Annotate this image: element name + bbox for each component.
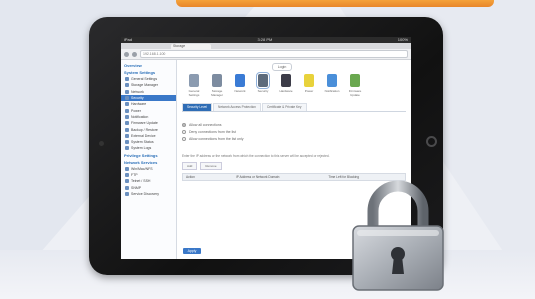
sidebar-item-icon [125, 102, 129, 107]
sidebar-item-label: External Device [131, 133, 156, 138]
table-column-header[interactable]: Action [183, 174, 233, 180]
app-icon-label: Storage Manager [211, 89, 223, 97]
security-subtab[interactable]: Network Access Protection [213, 103, 261, 111]
settings-app-icon[interactable]: Storage Manager [208, 74, 226, 97]
app-icon-label: Power [304, 89, 314, 93]
sidebar-group-header[interactable]: Privilege Settings [121, 152, 176, 159]
sidebar-item-icon [125, 108, 129, 113]
sidebar-item-label: Storage Manager [131, 83, 159, 88]
sidebar-group-header[interactable]: System Settings [121, 69, 176, 76]
sidebar-item-icon [125, 173, 129, 177]
table-tool-button[interactable]: Add [182, 162, 198, 170]
radio-icon[interactable] [182, 136, 186, 141]
app-icon-label: Security [257, 89, 269, 93]
address-bar: 192.168.1.100 [121, 49, 411, 60]
status-time: 3:28 PM [257, 37, 273, 42]
app-icon-label: Firmware Update [348, 89, 362, 97]
app-icon-label: Hardware [279, 89, 293, 93]
radio-label: Allow all connections [189, 122, 222, 127]
radio-icon[interactable] [182, 122, 186, 127]
camera-icon [99, 141, 104, 146]
back-icon[interactable] [124, 51, 129, 57]
sidebar-item-icon [125, 77, 129, 82]
login-pill[interactable]: Login [272, 63, 292, 71]
sidebar-item-icon [125, 96, 129, 101]
sidebar-item-icon [125, 114, 129, 119]
sidebar-item-label: SNMP [131, 185, 142, 190]
status-battery: 100% [397, 37, 408, 42]
app-glyph-icon [212, 74, 222, 87]
sidebar-item-icon [125, 127, 129, 132]
sidebar-item-icon [125, 140, 129, 145]
padlock-icon [352, 180, 444, 291]
access-note: Enter the IP address or the network from… [182, 154, 330, 158]
settings-app-icon[interactable]: Security [254, 72, 272, 97]
sidebar-item-icon [125, 191, 129, 196]
home-button[interactable] [426, 136, 437, 147]
sidebar-item-label: System Status [131, 140, 154, 145]
sidebar-item-icon [125, 185, 129, 190]
settings-app-icon[interactable]: Hardware [277, 74, 295, 97]
sidebar-item-label: Service Discovery [131, 191, 160, 196]
sidebar-item-label: Network [131, 89, 144, 94]
app-glyph-icon [189, 74, 199, 87]
security-subtab[interactable]: Security Level [182, 103, 213, 111]
security-subtabs: Security Level Network Access Protection C… [182, 103, 406, 112]
sidebar: Overview System Settings General Settings S… [121, 60, 177, 259]
table-tool-button[interactable]: Remove [200, 162, 222, 170]
radio-icon[interactable] [182, 129, 186, 134]
sidebar-group-header[interactable]: Network Services [121, 159, 176, 166]
sidebar-item[interactable]: Service Discovery [121, 191, 176, 197]
app-glyph-icon [327, 74, 337, 87]
sidebar-item-label: System Logs [131, 146, 152, 151]
settings-app-icon[interactable]: Network [231, 74, 249, 97]
sidebar-item-icon [125, 121, 129, 126]
apply-button[interactable]: Apply [183, 248, 201, 254]
sidebar-item-label: General Settings [131, 77, 158, 82]
access-radio-option[interactable]: Deny connections from the list [182, 128, 406, 135]
status-left: iPad [124, 37, 133, 42]
access-radio-option[interactable]: Allow connections from the list only [182, 135, 406, 142]
settings-app-icon[interactable]: Notification [323, 74, 341, 97]
sidebar-item-label: Security [131, 96, 144, 101]
sidebar-item-icon [125, 89, 129, 94]
sidebar-item-label: Telnet / SSH [131, 179, 151, 184]
sidebar-item-icon [125, 146, 129, 151]
app-icon-label: General Settings [188, 89, 200, 97]
sidebar-item-label: Win/Mac/NFS [131, 166, 153, 171]
access-radio-option[interactable]: Allow all connections [182, 121, 406, 128]
settings-app-icon[interactable]: Firmware Update [346, 74, 364, 97]
app-glyph-icon [256, 72, 270, 89]
sidebar-item-icon [125, 166, 129, 171]
app-glyph-icon [304, 74, 314, 87]
access-radio-group: Allow all connections Deny connections fr… [182, 121, 406, 142]
sidebar-item-label: Notification [131, 114, 149, 119]
sidebar-item-label: Power [131, 108, 141, 113]
table-column-header[interactable]: IP Address or Network Domain [233, 174, 325, 180]
app-icon-label: Notification [324, 89, 340, 93]
url-input[interactable]: 192.168.1.100 [140, 50, 408, 58]
sidebar-item-label: Hardware [131, 102, 147, 107]
app-glyph-icon [235, 74, 245, 87]
table-toolbar: Add Remove [182, 162, 406, 170]
settings-app-icon[interactable]: Power [300, 74, 318, 97]
top-banner-bar [176, 0, 494, 7]
sidebar-item-icon [125, 133, 129, 138]
security-subtab[interactable]: Certificate & Private Key [261, 103, 307, 111]
sidebar-item-label: Firmware Update [131, 121, 158, 126]
forward-icon[interactable] [132, 51, 137, 57]
sidebar-item-label: FTP [131, 173, 138, 177]
settings-icon-row: General Settings Storage Manager Network Se… [182, 72, 406, 97]
sidebar-group-header[interactable]: Overview [121, 62, 176, 69]
radio-label: Allow connections from the list only [189, 136, 244, 141]
settings-app-icon[interactable]: General Settings [185, 74, 203, 97]
sidebar-item-icon [125, 83, 129, 88]
browser-tab[interactable]: Storage [171, 44, 211, 49]
app-glyph-icon [281, 74, 291, 87]
sidebar-item-icon [125, 179, 129, 184]
app-icon-label: Network [234, 89, 246, 93]
sidebar-item-label: Backup / Restore [131, 127, 158, 132]
radio-label: Deny connections from the list [189, 129, 236, 134]
app-glyph-icon [350, 74, 360, 87]
